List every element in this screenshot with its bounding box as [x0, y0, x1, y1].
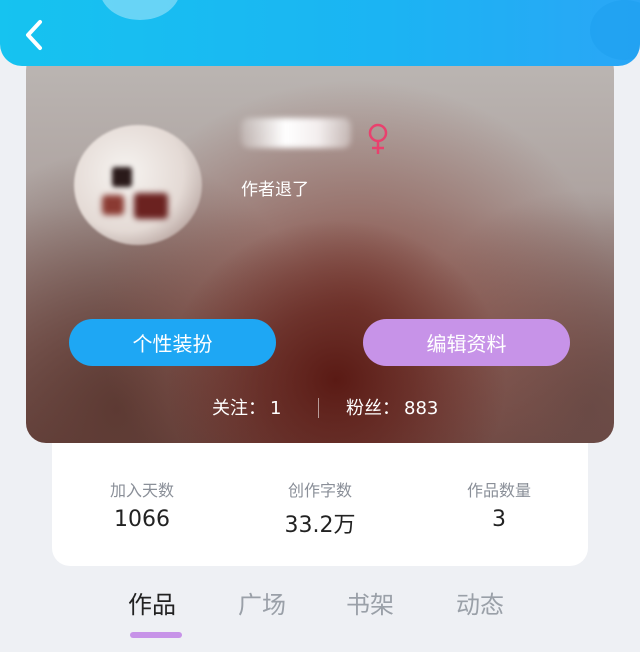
- tab-works[interactable]: 作品: [128, 585, 176, 620]
- following-count[interactable]: 关注： 1: [212, 394, 281, 420]
- stat-value: 1066: [114, 507, 170, 532]
- fans-label: 粉丝：: [346, 398, 400, 419]
- stat-label: 作品数量: [466, 481, 531, 500]
- stat-value: 33.2万: [284, 513, 356, 538]
- stat-label: 加入天数: [109, 481, 174, 500]
- stat-word-count: 创作字数 33.2万: [230, 477, 410, 539]
- profile-card: 作者退了 个性装扮 编辑资料 关注： 1 粉丝： 883: [26, 50, 614, 443]
- top-header-bar: [0, 0, 640, 66]
- stat-label: 创作字数: [287, 481, 352, 500]
- personalize-button[interactable]: 个性装扮: [69, 319, 276, 366]
- following-value: 1: [270, 398, 282, 419]
- follow-stats-row: 关注： 1 粉丝： 883: [26, 394, 614, 422]
- tab-plaza[interactable]: 广场: [238, 585, 286, 620]
- tab-activity[interactable]: 动态: [456, 585, 504, 620]
- chevron-left-icon: [26, 20, 42, 50]
- content-tabs: 作品 广场 书架 动态: [0, 585, 640, 645]
- female-icon: [366, 122, 390, 156]
- back-button[interactable]: [20, 18, 50, 52]
- active-tab-indicator: [130, 632, 182, 638]
- fans-value: 883: [404, 398, 439, 419]
- stat-value: 3: [492, 507, 506, 532]
- stat-works-count: 作品数量 3: [409, 477, 589, 532]
- stats-card: 加入天数 1066 创作字数 33.2万 作品数量 3: [52, 443, 588, 566]
- avatar[interactable]: [74, 125, 202, 245]
- edit-profile-button[interactable]: 编辑资料: [363, 319, 570, 366]
- username-blurred: [241, 118, 351, 148]
- divider: [318, 398, 319, 418]
- following-label: 关注：: [212, 398, 266, 419]
- tab-bookshelf[interactable]: 书架: [346, 585, 394, 620]
- header-decoration: [100, 0, 180, 20]
- profile-signature: 作者退了: [241, 180, 309, 200]
- stat-join-days: 加入天数 1066: [52, 477, 232, 532]
- header-decoration: [590, 0, 640, 60]
- fans-count[interactable]: 粉丝： 883: [346, 394, 438, 420]
